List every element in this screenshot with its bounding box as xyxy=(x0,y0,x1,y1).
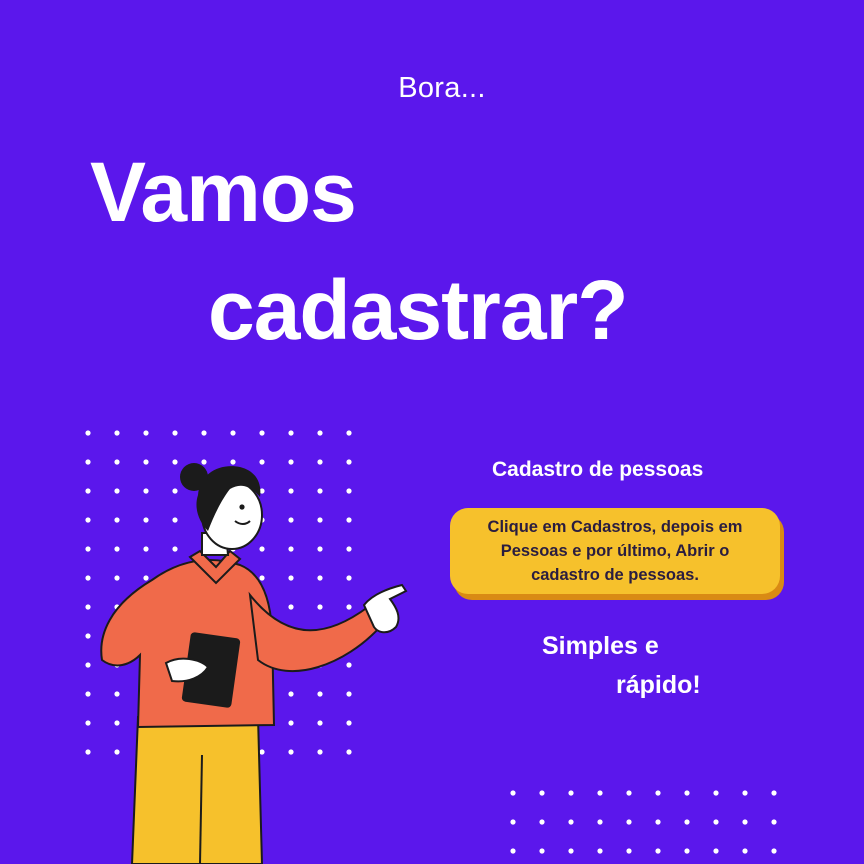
grid-dot xyxy=(684,848,690,854)
grid-dot xyxy=(742,819,748,825)
grid-dot xyxy=(510,790,516,796)
grid-dot xyxy=(114,430,120,436)
grid-dot xyxy=(742,790,748,796)
grid-dot xyxy=(539,790,545,796)
title-line-1: Vamos xyxy=(90,145,357,239)
section-heading: Cadastro de pessoas xyxy=(492,458,704,481)
grid-dot xyxy=(655,790,661,796)
grid-dot xyxy=(597,819,603,825)
grid-dot xyxy=(626,819,632,825)
grid-dot xyxy=(655,819,661,825)
grid-dot xyxy=(259,430,265,436)
grid-dot xyxy=(172,430,178,436)
grid-dot xyxy=(510,848,516,854)
grid-dot xyxy=(568,790,574,796)
grid-dot xyxy=(288,430,294,436)
grid-dot xyxy=(539,848,545,854)
grid-dot xyxy=(568,848,574,854)
dot-grid-bottom-decoration xyxy=(510,790,777,854)
grid-dot xyxy=(771,848,777,854)
grid-dot xyxy=(510,819,516,825)
grid-dot xyxy=(713,790,719,796)
instruction-line-3: cadastro de pessoas. xyxy=(531,566,699,584)
grid-dot xyxy=(626,790,632,796)
tagline-line-1: Simples e xyxy=(542,632,659,660)
grid-dot xyxy=(771,819,777,825)
instruction-card: Clique em Cadastros, depois em Pessoas e… xyxy=(450,508,780,594)
person-pointing-illustration xyxy=(100,463,408,864)
grid-dot xyxy=(655,848,661,854)
grid-dot xyxy=(742,848,748,854)
grid-dot xyxy=(85,430,91,436)
grid-dot xyxy=(143,430,149,436)
grid-dot xyxy=(597,790,603,796)
grid-dot xyxy=(684,790,690,796)
grid-dot xyxy=(201,430,207,436)
instruction-line-2: Pessoas e por último, Abrir o xyxy=(500,542,730,560)
grid-dot xyxy=(346,430,352,436)
tagline-line-2: rápido! xyxy=(616,671,701,699)
instruction-line-1: Clique em Cadastros, depois em xyxy=(487,518,743,536)
grid-dot xyxy=(597,848,603,854)
grid-dot xyxy=(539,819,545,825)
grid-dot xyxy=(568,819,574,825)
subtitle: Bora... xyxy=(398,72,486,104)
grid-dot xyxy=(317,430,323,436)
grid-dot xyxy=(771,790,777,796)
grid-dot xyxy=(626,848,632,854)
grid-dot xyxy=(684,819,690,825)
grid-dot xyxy=(713,848,719,854)
grid-dot xyxy=(230,430,236,436)
grid-dot xyxy=(713,819,719,825)
title-line-2: cadastrar? xyxy=(208,263,629,357)
